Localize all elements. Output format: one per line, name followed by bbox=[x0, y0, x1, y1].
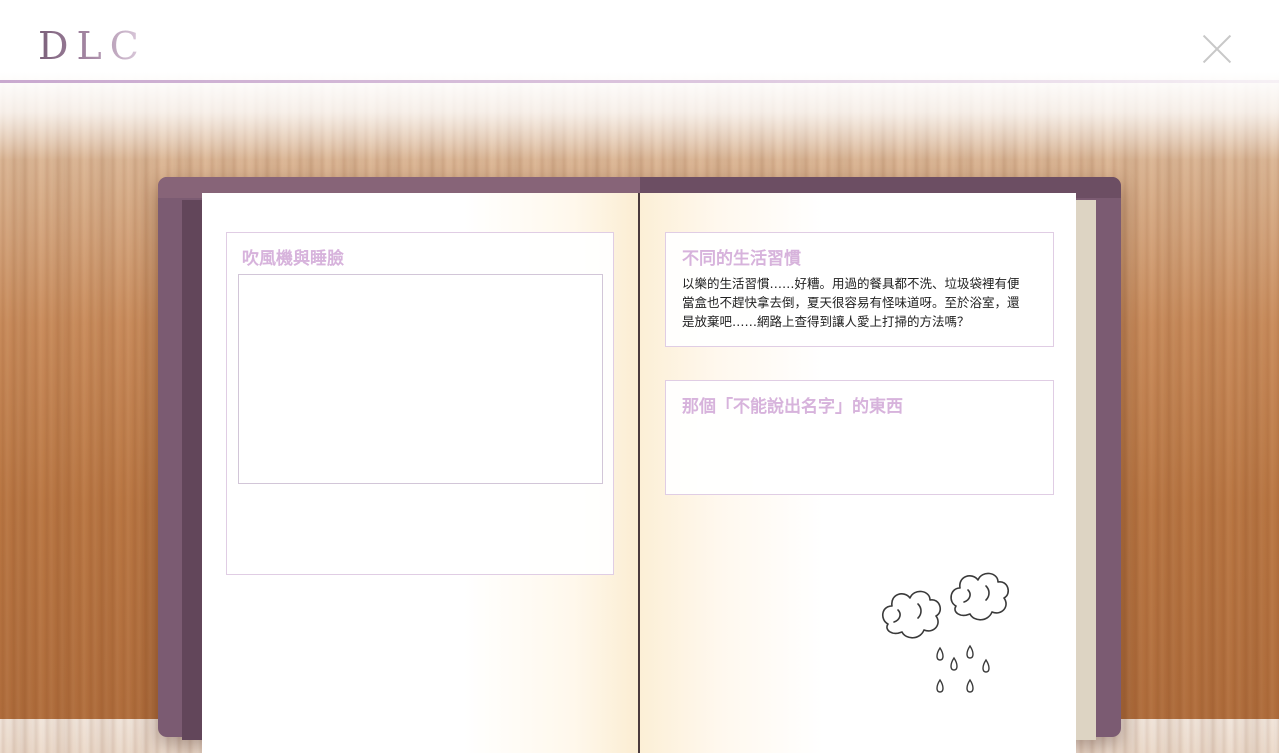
book-spine bbox=[638, 193, 640, 753]
entry-card-hairdryer[interactable]: 吹風機與睡臉 bbox=[226, 232, 614, 575]
rain-cloud-doodle-icon bbox=[882, 572, 1010, 693]
header-divider bbox=[0, 80, 1279, 83]
entry-text-line: 以樂的生活習慣……好糟。用過的餐具都不洗、垃圾袋裡有便 bbox=[682, 276, 1020, 291]
entry-card-habits[interactable]: 不同的生活習慣 以樂的生活習慣……好糟。用過的餐具都不洗、垃圾袋裡有便 當盒也不… bbox=[665, 232, 1054, 347]
entry-title: 那個「不能說出名字」的東西 bbox=[682, 397, 903, 417]
entry-title: 吹風機與睡臉 bbox=[242, 249, 344, 269]
entry-card-unnamed-thing[interactable]: 那個「不能說出名字」的東西 bbox=[665, 380, 1054, 495]
entry-image-placeholder bbox=[238, 274, 603, 484]
entry-text: 以樂的生活習慣……好糟。用過的餐具都不洗、垃圾袋裡有便 當盒也不趕快拿去倒，夏天… bbox=[682, 274, 1047, 331]
entry-title: 不同的生活習慣 bbox=[682, 249, 801, 269]
dlc-logo: DLC bbox=[38, 24, 147, 68]
close-icon[interactable] bbox=[1201, 33, 1233, 65]
entry-text-line: 當盒也不趕快拿去倒，夏天很容易有怪味道呀。至於浴室，還 bbox=[682, 295, 1020, 310]
left-page: 吹風機與睡臉 bbox=[202, 193, 639, 753]
notebook: 吹風機與睡臉 不同的生活習慣 以樂的生活習慣……好糟。用過的餐具都不洗、垃圾袋裡… bbox=[158, 177, 1121, 753]
entry-text-line: 是放棄吧……網路上查得到讓人愛上打掃的方法嗎？ bbox=[682, 314, 970, 329]
